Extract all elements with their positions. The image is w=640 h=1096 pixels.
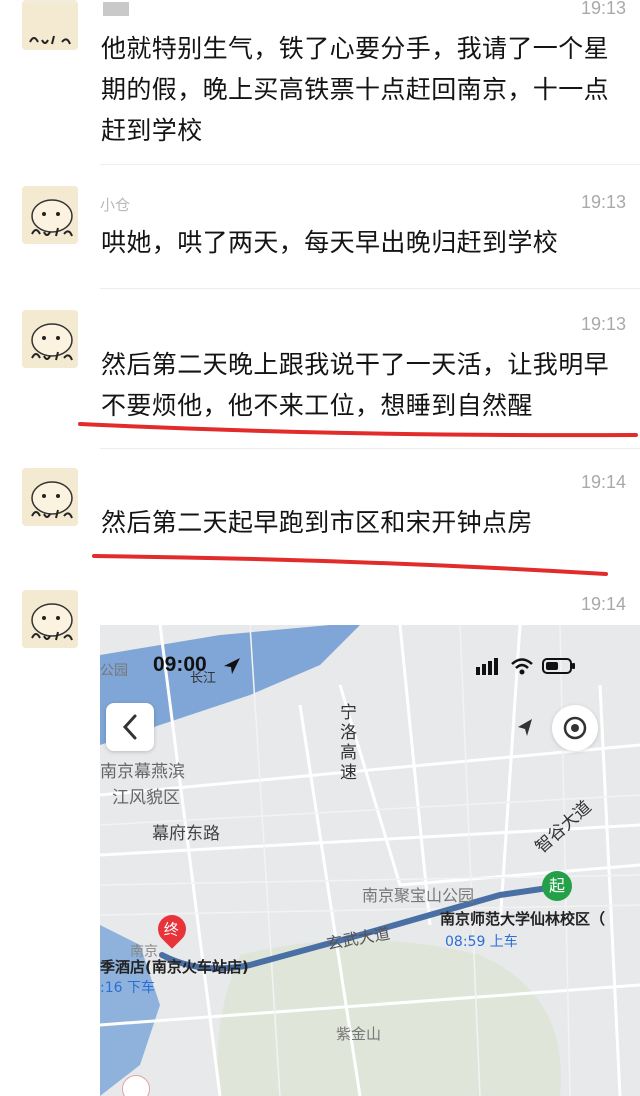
message-text: 他就特别生气，铁了心要分手，我请了一个星期的假，晚上买高铁票十点赶回南京，十一点… — [101, 34, 610, 145]
map-label: 南京聚宝山公园 — [362, 886, 475, 905]
signal-icon — [476, 658, 498, 675]
start-marker[interactable]: 起 — [542, 871, 572, 901]
back-button[interactable] — [106, 703, 154, 751]
cat-avatar-icon — [22, 186, 78, 244]
map-label: 南京幕燕滨 — [100, 762, 185, 782]
divider — [100, 164, 640, 165]
poi-icon — [122, 1075, 150, 1096]
start-place-label: 南京师范大学仙林校区（ — [440, 910, 606, 928]
battery-icon — [542, 658, 575, 674]
navigate-button[interactable] — [502, 705, 548, 751]
map-label: 紫金山 — [336, 1025, 382, 1043]
wifi-icon — [511, 658, 533, 675]
map-label: 江风貌区 — [112, 788, 180, 808]
cat-avatar-icon — [22, 590, 78, 648]
start-time-label: 08:59 上车 — [445, 934, 518, 950]
avatar[interactable] — [22, 186, 78, 244]
map-label: 宁洛高速 — [340, 703, 357, 783]
divider — [100, 448, 640, 449]
message-time: 19:13 — [580, 192, 626, 212]
sender-name: 小仓 — [100, 196, 131, 214]
location-arrow-icon — [224, 658, 240, 674]
map-label: 公园 — [100, 663, 128, 679]
message-text: 哄她，哄了两天，每天早出晚归赶到学校 — [101, 228, 559, 257]
red-underline-annotation — [92, 554, 608, 576]
divider — [100, 288, 640, 289]
chevron-left-icon — [122, 714, 137, 740]
navigation-arrow-icon — [518, 719, 532, 736]
locate-button[interactable] — [552, 705, 598, 751]
message-time: 19:14 — [580, 472, 626, 492]
red-underline-annotation — [78, 422, 638, 438]
end-badge-label: 终 — [163, 920, 179, 939]
avatar[interactable] — [22, 310, 78, 368]
map-label: 幕府东路 — [152, 824, 220, 844]
message-text: 然后第二天起早跑到市区和宋开钟点房 — [101, 508, 533, 537]
end-place-label: 季酒店(南京火车站店) — [100, 958, 249, 976]
cat-avatar-icon — [22, 310, 78, 368]
map-screenshot-image[interactable]: 09:00 公园 长江 南京幕燕滨 江风貌区 幕府东路 宁洛高速 智谷大道 南京… — [100, 625, 640, 1096]
avatar[interactable] — [22, 0, 78, 50]
sender-name-redacted — [103, 2, 129, 16]
start-badge-label: 起 — [548, 876, 565, 895]
avatar[interactable] — [22, 468, 78, 526]
status-bar: 09:00 — [100, 653, 640, 683]
avatar[interactable] — [22, 590, 78, 648]
message-time: 19:14 — [580, 594, 626, 614]
message-time: 19:13 — [580, 0, 626, 18]
cat-avatar-icon — [22, 4, 78, 50]
message-text: 然后第二天晚上跟我说干了一天活，让我明早不要烦他，他不来工位，想睡到自然醒 — [101, 350, 610, 420]
map-label: 长江 — [190, 671, 217, 686]
end-time-label: :16 下车 — [100, 980, 155, 996]
cat-avatar-icon — [22, 468, 78, 526]
locate-icon — [563, 716, 587, 740]
message-time: 19:13 — [580, 314, 626, 334]
